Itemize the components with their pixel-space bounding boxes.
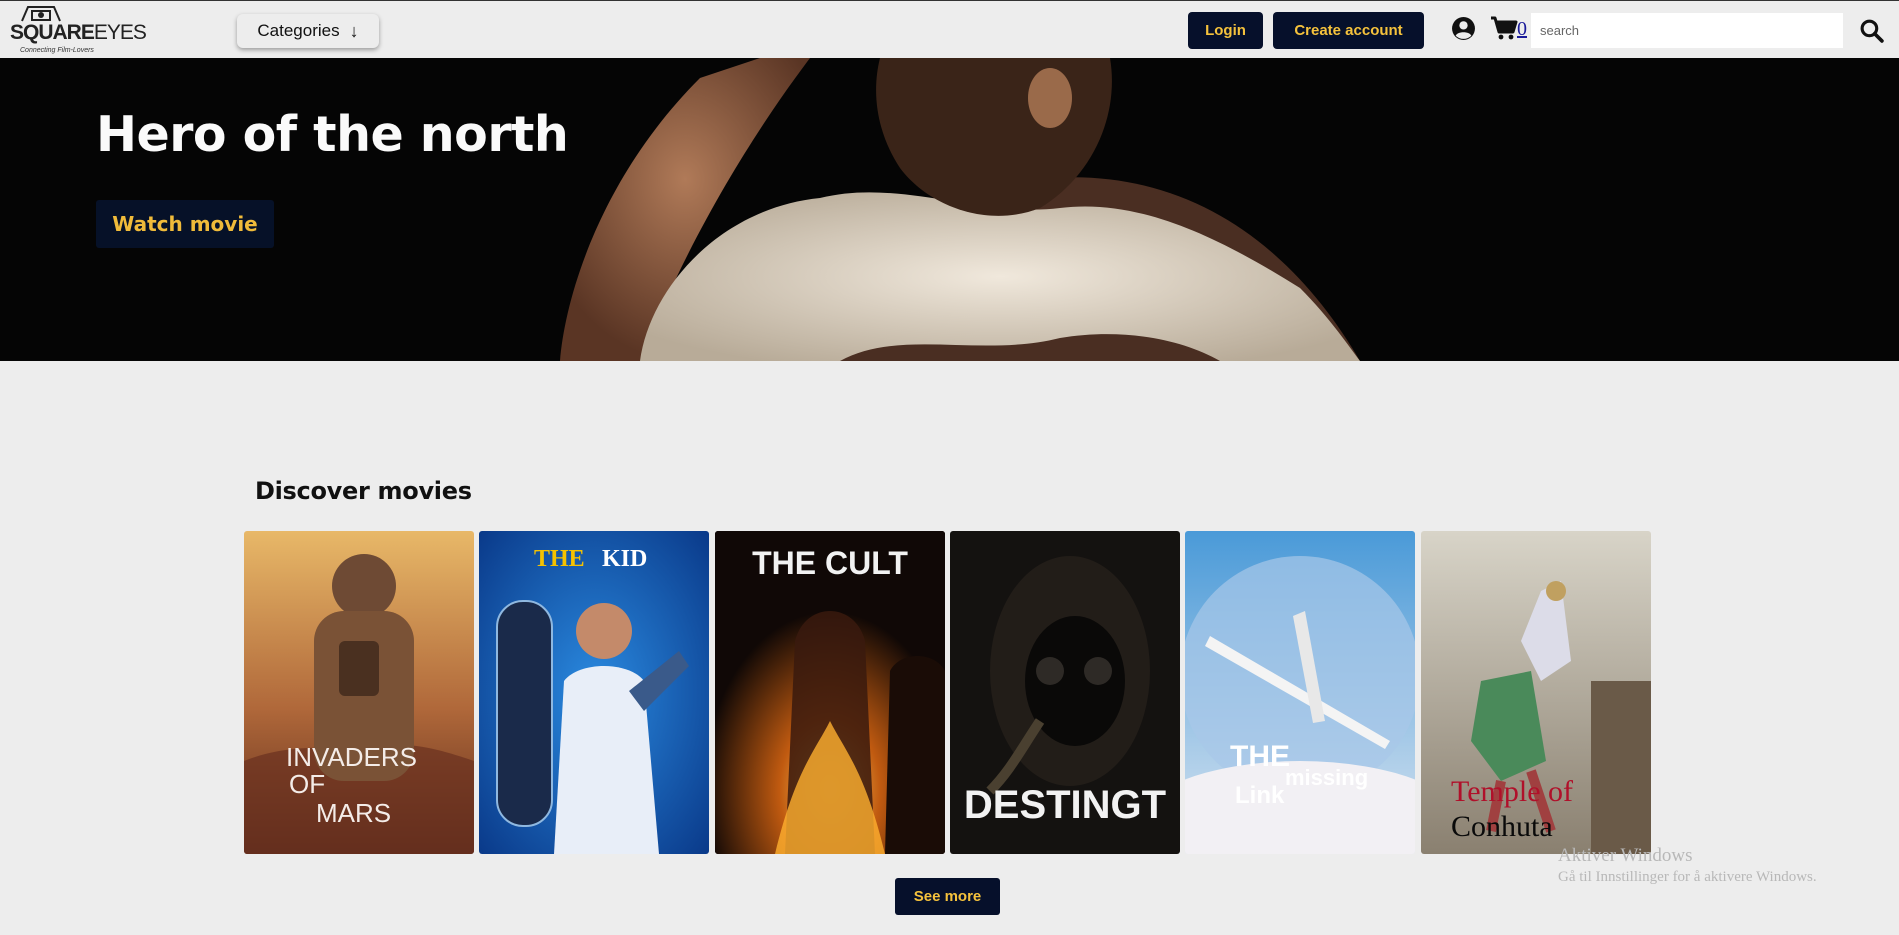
logo-bold: SQUARE [10, 21, 95, 44]
create-account-button[interactable]: Create account [1273, 12, 1424, 49]
poster-title-part-2: missing [1285, 765, 1368, 790]
movie-card-the-cult[interactable]: THE CULT [715, 531, 945, 854]
poster-title-part-2: Conhuta [1451, 810, 1553, 843]
movie-poster: Temple of Conhuta [1421, 531, 1651, 854]
logo-wordmark: SQUAREEYES [10, 21, 147, 45]
movie-poster: THE CULT [715, 531, 945, 854]
poster-title-line-2: OF [289, 769, 325, 799]
hero-banner: Hero of the north Watch movie [0, 58, 1899, 361]
movie-poster: DESTINGT [950, 531, 1180, 854]
movie-poster: INVADERS OF MARS [244, 531, 474, 854]
movie-card-temple-of-conhuta[interactable]: Temple of Conhuta [1421, 531, 1651, 854]
login-button[interactable]: Login [1188, 12, 1263, 49]
categories-dropdown[interactable]: Categories ↓ [237, 14, 379, 48]
logo-tagline: Connecting Film-Lovers [20, 47, 94, 54]
poster-title: DESTINGT [964, 783, 1166, 827]
hero-title: Hero of the north [96, 106, 569, 163]
windows-activation-watermark: Aktiver Windows Gå til Innstillinger for… [1558, 845, 1817, 886]
movie-card-the-kid[interactable]: THE KID [479, 531, 709, 854]
magnifier-icon[interactable] [1859, 18, 1884, 43]
poster-title-part-1: Temple of [1451, 775, 1573, 808]
movie-card-invaders-of-mars[interactable]: INVADERS OF MARS [244, 531, 474, 854]
poster-title-part-1: THE [534, 546, 585, 572]
poster-title-part-3: Link [1235, 782, 1285, 809]
discover-heading: Discover movies [255, 477, 472, 505]
poster-title-line-3: MARS [316, 798, 391, 828]
poster-title: THE CULT [752, 545, 908, 581]
see-more-button[interactable]: See more [895, 878, 1000, 915]
user-circle-icon[interactable] [1451, 16, 1476, 41]
site-logo[interactable]: SQUAREEYES Connecting Film-Lovers [8, 3, 147, 55]
movie-card-destingt[interactable]: DESTINGT [950, 531, 1180, 854]
site-header: SQUAREEYES Connecting Film-Lovers Catego… [0, 0, 1899, 58]
watch-movie-button[interactable]: Watch movie [96, 200, 274, 248]
cart-count[interactable]: 0 [1517, 18, 1527, 41]
poster-title-part-2: KID [602, 546, 647, 572]
poster-title-part-1: THE [1230, 740, 1290, 773]
hero-image [0, 58, 1899, 361]
logo-light: EYES [93, 21, 147, 44]
poster-title-line-1: INVADERS [286, 742, 417, 772]
search-input[interactable] [1531, 13, 1843, 48]
watermark-line-2: Gå til Innstillinger for å aktivere Wind… [1558, 869, 1817, 885]
movie-poster: THE missing Link [1185, 531, 1415, 854]
categories-label: Categories [257, 21, 340, 40]
movie-card-the-missing-link[interactable]: THE missing Link [1185, 531, 1415, 854]
shopping-cart-icon[interactable] [1490, 15, 1518, 41]
arrow-down-icon: ↓ [349, 20, 359, 41]
movie-poster: THE KID [479, 531, 709, 854]
watermark-line-1: Aktiver Windows [1558, 845, 1693, 866]
